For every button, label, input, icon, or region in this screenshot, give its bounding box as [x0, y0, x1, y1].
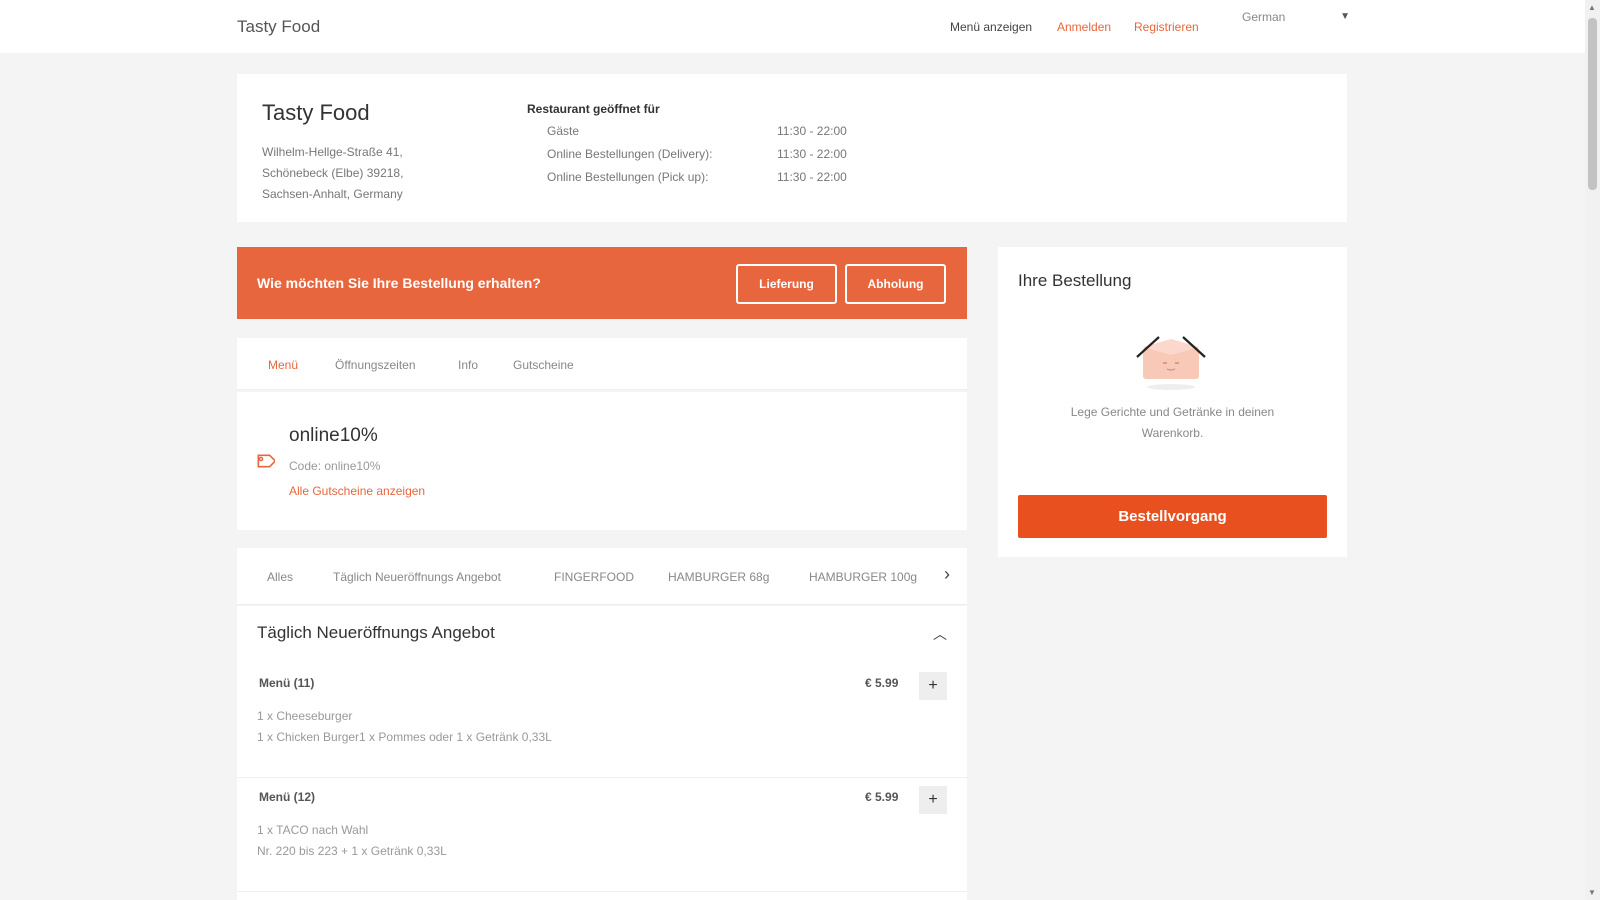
- category-daily-offer[interactable]: Täglich Neueröffnungs Angebot: [333, 570, 501, 584]
- category-nav: Alles Täglich Neueröffnungs Angebot FING…: [237, 548, 967, 605]
- order-type-question: Wie möchten Sie Ihre Bestellung erhalten…: [257, 275, 541, 291]
- hours-row: Gäste 11:30 - 22:00: [547, 124, 847, 138]
- hours-time: 11:30 - 22:00: [777, 170, 847, 184]
- restaurant-info-card: Tasty Food Wilhelm-Hellge-Straße 41, Sch…: [237, 74, 1347, 222]
- address-line: Wilhelm-Hellge-Straße 41,: [262, 145, 403, 159]
- category-hamburger-100g[interactable]: HAMBURGER 100g: [809, 570, 917, 584]
- order-title: Ihre Bestellung: [1018, 271, 1132, 290]
- order-type-banner: Wie möchten Sie Ihre Bestellung erhalten…: [237, 247, 967, 319]
- category-fingerfood[interactable]: FINGERFOOD: [554, 570, 634, 584]
- scroll-up-icon[interactable]: ▲: [1588, 3, 1596, 12]
- hours-time: 11:30 - 22:00: [777, 147, 847, 161]
- category-all[interactable]: Alles: [267, 570, 293, 584]
- brand-logo[interactable]: Tasty Food: [237, 17, 320, 37]
- item-desc-line: 1 x Cheeseburger: [257, 709, 353, 723]
- menu-item[interactable]: Menü (12) € 5.99 + 1 x TACO nach Wahl Nr…: [237, 780, 967, 892]
- nav-menu-link[interactable]: Menü anzeigen: [950, 20, 1032, 34]
- hours-row: Online Bestellungen (Delivery): 11:30 - …: [547, 147, 847, 161]
- section-title: Täglich Neueröffnungs Angebot: [257, 623, 495, 642]
- item-name: Menü (12): [259, 790, 316, 804]
- scroll-down-icon[interactable]: ▼: [1588, 888, 1596, 897]
- coupon-code: Code: online10%: [289, 459, 381, 473]
- restaurant-tabs: Menü Öffnungszeiten Info Gutscheine: [237, 338, 967, 390]
- tab-menu[interactable]: Menü: [268, 358, 298, 372]
- empty-box-icon: [1136, 336, 1206, 390]
- language-select[interactable]: German ▼: [1242, 10, 1350, 24]
- delivery-button[interactable]: Lieferung: [736, 264, 837, 304]
- opening-hours-title: Restaurant geöffnet für: [527, 102, 660, 116]
- add-item-button[interactable]: +: [919, 786, 947, 814]
- empty-cart-message: Lege Gerichte und Getränke in deinen War…: [1070, 405, 1275, 440]
- item-desc-line: 1 x TACO nach Wahl: [257, 823, 369, 837]
- coupon-name: online10%: [289, 425, 378, 446]
- item-price: € 5.99: [865, 676, 899, 690]
- restaurant-address: Wilhelm-Hellge-Straße 41, Schönebeck (El…: [262, 142, 403, 205]
- item-description: 1 x Cheeseburger 1 x Chicken Burger1 x P…: [257, 706, 552, 748]
- coupon-card: online10% Code: online10% Alle Gutschein…: [237, 392, 967, 530]
- scrollbar-thumb[interactable]: [1588, 18, 1597, 190]
- hours-row: Online Bestellungen (Pick up): 11:30 - 2…: [547, 170, 847, 184]
- restaurant-name: Tasty Food: [262, 100, 370, 125]
- top-bar: Tasty Food Menü anzeigen Anmelden Regist…: [0, 0, 1585, 53]
- nav-register-link[interactable]: Registrieren: [1134, 20, 1199, 34]
- item-price: € 5.99: [865, 790, 899, 804]
- page-scrollbar[interactable]: ▲ ▼: [1585, 0, 1600, 900]
- menu-section: Täglich Neueröffnungs Angebot ︿ Menü (11…: [237, 606, 967, 900]
- category-hamburger-68g[interactable]: HAMBURGER 68g: [668, 570, 769, 584]
- item-description: 1 x TACO nach Wahl Nr. 220 bis 223 + 1 x…: [257, 820, 447, 862]
- menu-item[interactable]: Menü (11) € 5.99 + 1 x Cheeseburger 1 x …: [237, 666, 967, 778]
- address-line: Sachsen-Anhalt, Germany: [262, 187, 403, 201]
- chevron-down-icon: ▼: [1340, 11, 1350, 22]
- nav-login-link[interactable]: Anmelden: [1057, 20, 1111, 34]
- pickup-button[interactable]: Abholung: [845, 264, 946, 304]
- checkout-button[interactable]: Bestellvorgang: [1018, 495, 1327, 538]
- tab-opening-hours[interactable]: Öffnungszeiten: [335, 358, 416, 372]
- chevron-up-icon[interactable]: ︿: [933, 624, 947, 644]
- tab-coupons[interactable]: Gutscheine: [513, 358, 574, 372]
- hours-time: 11:30 - 22:00: [777, 124, 847, 138]
- item-desc-line: Nr. 220 bis 223 + 1 x Getränk 0,33L: [257, 844, 447, 858]
- address-line: Schönebeck (Elbe) 39218,: [262, 166, 404, 180]
- all-coupons-link[interactable]: Alle Gutscheine anzeigen: [289, 484, 425, 498]
- add-item-button[interactable]: +: [919, 672, 947, 700]
- tab-info[interactable]: Info: [458, 358, 478, 372]
- tag-icon: [257, 454, 275, 468]
- hours-label: Gäste: [547, 124, 580, 138]
- item-desc-line: 1 x Chicken Burger1 x Pommes oder 1 x Ge…: [257, 730, 552, 744]
- hours-label: Online Bestellungen (Pick up):: [547, 170, 709, 184]
- language-value: German: [1242, 10, 1286, 24]
- order-sidebar: Ihre Bestellung Lege Gerichte und Geträn…: [998, 247, 1347, 557]
- chevron-right-icon[interactable]: ›: [944, 564, 950, 585]
- hours-label: Online Bestellungen (Delivery):: [547, 147, 713, 161]
- item-name: Menü (11): [259, 676, 315, 690]
